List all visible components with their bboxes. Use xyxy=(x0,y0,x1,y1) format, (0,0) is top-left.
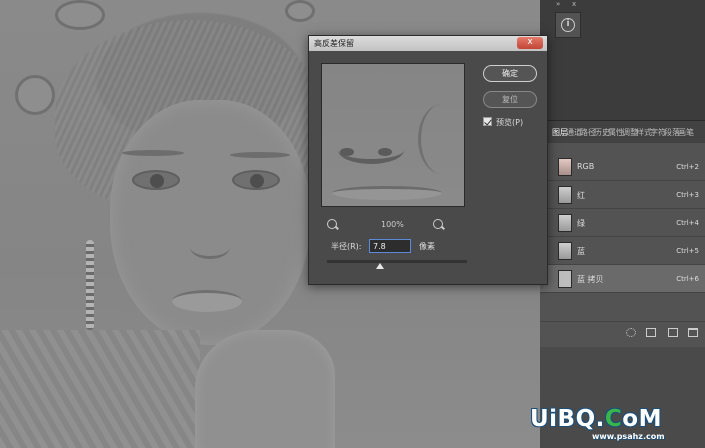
high-pass-dialog: 高反差保留 x 100% 半径(R): 像素 确定 复位 预览(P) xyxy=(308,35,548,285)
watermark-text-c: oM xyxy=(622,406,662,432)
channels-footer xyxy=(540,321,705,343)
zoom-level: 100% xyxy=(381,220,404,229)
panel-close-icon[interactable]: x xyxy=(572,0,576,8)
channel-row-blue[interactable]: 蓝 Ctrl+5 xyxy=(540,237,705,265)
channels-panel: 图层 通道 路径 历史 属性 调整 样式 字符 段落 画笔 RGB Ctrl+2… xyxy=(540,120,705,448)
reset-button[interactable]: 复位 xyxy=(483,91,537,108)
hand-region xyxy=(195,330,335,448)
new-channel-icon[interactable] xyxy=(668,328,678,337)
preview-checkbox[interactable] xyxy=(483,117,492,126)
hair-flower xyxy=(285,0,315,22)
channel-shortcut: Ctrl+4 xyxy=(676,219,699,227)
radius-unit: 像素 xyxy=(419,242,435,251)
save-mask-icon[interactable] xyxy=(646,328,656,337)
zoom-out-icon[interactable] xyxy=(327,219,337,229)
watermark-logo: UiBQ.CoM xyxy=(530,406,662,432)
info-panel-button[interactable]: i xyxy=(555,12,581,38)
preview-checkbox-label: 预览(P) xyxy=(496,118,524,127)
channel-row-rgb[interactable]: RGB Ctrl+2 xyxy=(540,153,705,181)
channel-name: 绿 xyxy=(577,219,585,228)
channel-row-blue-copy[interactable]: 蓝 拷贝 Ctrl+6 xyxy=(540,265,705,293)
info-panel-dock: » x i xyxy=(540,0,705,120)
load-selection-icon[interactable] xyxy=(626,328,636,337)
zoom-controls: 100% xyxy=(321,219,465,231)
right-brow xyxy=(230,152,290,158)
radius-label: 半径(R): xyxy=(331,242,362,251)
channel-thumbnail xyxy=(558,186,572,204)
tab-brush[interactable]: 画笔 xyxy=(678,127,694,138)
hair-flower xyxy=(15,75,55,115)
left-eye xyxy=(132,170,180,190)
radius-input[interactable] xyxy=(369,239,411,253)
preview-cheek xyxy=(418,104,464,174)
channel-row-red[interactable]: 红 Ctrl+3 xyxy=(540,181,705,209)
channel-thumbnail xyxy=(558,242,572,260)
delete-channel-icon[interactable] xyxy=(688,328,698,337)
preview-lips xyxy=(332,186,442,200)
panel-tabs: 图层 通道 路径 历史 属性 调整 样式 字符 段落 画笔 xyxy=(540,121,705,143)
slider-thumb[interactable] xyxy=(376,263,385,269)
channel-name: RGB xyxy=(577,162,595,171)
info-icon: i xyxy=(561,18,575,32)
earring xyxy=(86,240,94,330)
dialog-title: 高反差保留 xyxy=(314,39,354,48)
preview-window[interactable] xyxy=(321,63,465,207)
zoom-in-icon[interactable] xyxy=(433,219,443,229)
watermark-text-b: C xyxy=(604,406,623,432)
channel-name: 蓝 xyxy=(577,247,585,256)
channel-shortcut: Ctrl+6 xyxy=(676,275,699,283)
preview-checkbox-row[interactable]: 预览(P) xyxy=(483,116,543,128)
channel-name: 蓝 拷贝 xyxy=(577,275,604,284)
preview-nostril xyxy=(378,148,392,156)
channel-shortcut: Ctrl+5 xyxy=(676,247,699,255)
close-button[interactable]: x xyxy=(517,37,543,49)
channel-thumbnail xyxy=(558,214,572,232)
channel-thumbnail xyxy=(558,158,572,176)
left-brow xyxy=(122,150,184,156)
channel-name: 红 xyxy=(577,191,585,200)
dress-region xyxy=(0,330,200,448)
nose xyxy=(190,235,230,259)
dialog-titlebar[interactable]: 高反差保留 x xyxy=(309,36,547,51)
channel-row-green[interactable]: 绿 Ctrl+4 xyxy=(540,209,705,237)
lips xyxy=(172,290,242,312)
preview-nostril xyxy=(340,148,354,156)
channel-shortcut: Ctrl+2 xyxy=(676,163,699,171)
channel-shortcut: Ctrl+3 xyxy=(676,191,699,199)
ok-button[interactable]: 确定 xyxy=(483,65,537,82)
radius-slider[interactable] xyxy=(327,260,467,269)
hair-flower xyxy=(55,0,105,30)
watermark-text-a: UiBQ. xyxy=(530,406,605,432)
right-eye xyxy=(232,170,280,190)
channel-thumbnail xyxy=(558,270,572,288)
radius-control: 半径(R): 像素 xyxy=(331,239,531,253)
watermark-url: www.psahz.com xyxy=(592,432,665,441)
